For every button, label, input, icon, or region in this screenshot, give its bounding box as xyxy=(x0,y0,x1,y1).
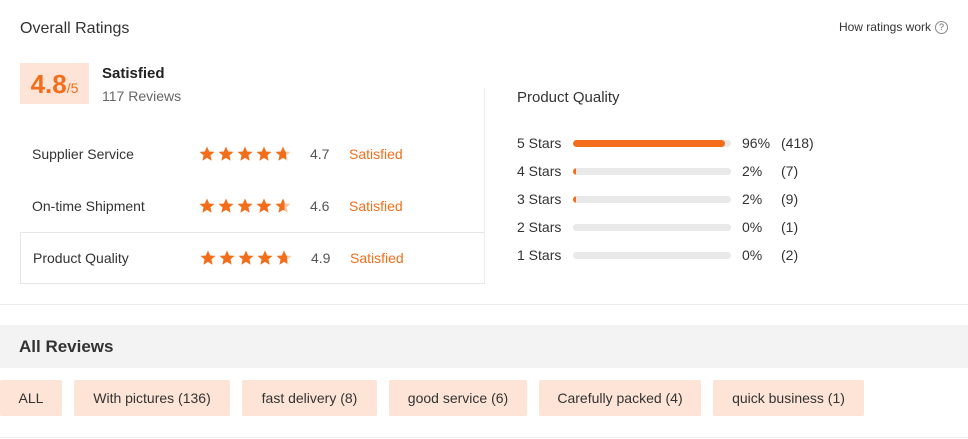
star-icon xyxy=(257,250,273,265)
category-rating: 4.6 xyxy=(310,198,330,214)
question-circle-icon[interactable]: ? xyxy=(935,20,948,34)
star-level-label: 3 Stars xyxy=(517,191,562,207)
category-name: On-time Shipment xyxy=(32,198,145,214)
ratings-title: Overall Ratings xyxy=(20,20,130,37)
overall-score-box: 4.8 /5 xyxy=(20,63,89,104)
distribution-percent: 96% xyxy=(742,135,771,151)
how-ratings-work-label: How ratings work xyxy=(838,20,931,34)
star-distribution-row: 4 Stars 2% (7) xyxy=(517,161,817,181)
star-icon xyxy=(219,250,235,265)
category-stars xyxy=(199,249,293,267)
distribution-bar xyxy=(573,195,731,203)
star-distribution-row: 1 Stars 0% (2) xyxy=(517,245,817,265)
star-icon xyxy=(218,198,234,213)
how-ratings-work-link[interactable]: How ratings work ? xyxy=(839,20,948,34)
star-icon xyxy=(275,198,291,213)
distribution-percent: 2% xyxy=(742,163,763,179)
filter-chip-quick-business[interactable]: quick business (1) xyxy=(713,380,864,416)
category-status: Satisfied xyxy=(349,198,403,214)
star-icon xyxy=(237,146,253,161)
overall-review-count: 117 Reviews xyxy=(102,88,182,104)
filter-chip-fast-delivery[interactable]: fast delivery (8) xyxy=(242,380,377,416)
filter-chip-all[interactable]: ALL xyxy=(0,380,62,416)
star-icon xyxy=(238,250,254,265)
star-icon xyxy=(199,198,215,213)
category-rating: 4.7 xyxy=(310,146,330,162)
star-icon xyxy=(276,250,292,265)
star-distribution-row: 5 Stars 96% (418) xyxy=(517,133,817,153)
star-distribution-row: 3 Stars 2% (9) xyxy=(517,189,817,209)
distribution-bar xyxy=(573,251,731,259)
star-level-label: 5 Stars xyxy=(517,135,562,151)
distribution-bar-fill xyxy=(573,195,577,203)
distribution-bar xyxy=(573,167,731,175)
star-icon xyxy=(200,250,216,265)
category-stars xyxy=(198,197,292,215)
star-icon xyxy=(218,146,234,161)
all-reviews-band xyxy=(0,325,968,368)
overall-score: 4.8 xyxy=(30,69,67,99)
distribution-percent: 0% xyxy=(742,247,763,263)
category-status: Satisfied xyxy=(350,250,404,266)
distribution-count: (418) xyxy=(781,135,814,151)
distribution-title: Product Quality xyxy=(517,89,620,106)
filter-chip-carefully-packed[interactable]: Carefully packed (4) xyxy=(539,380,701,416)
filter-chip-good-service[interactable]: good service (6) xyxy=(389,380,527,416)
section-divider xyxy=(0,304,968,305)
distribution-count: (2) xyxy=(781,247,799,263)
distribution-bar xyxy=(573,139,731,147)
distribution-count: (1) xyxy=(781,219,799,235)
category-name: Supplier Service xyxy=(32,146,134,162)
star-icon xyxy=(256,198,272,213)
star-icon xyxy=(275,146,291,161)
overall-score-max: /5 xyxy=(66,80,79,96)
category-status: Satisfied xyxy=(349,146,403,162)
rating-category-row[interactable]: Product Quality 4.9 Satisfied xyxy=(20,232,485,284)
category-rating: 4.9 xyxy=(311,250,331,266)
distribution-percent: 2% xyxy=(742,191,763,207)
star-icon xyxy=(199,146,215,161)
star-level-label: 2 Stars xyxy=(517,219,562,235)
star-level-label: 1 Stars xyxy=(517,247,562,263)
distribution-count: (9) xyxy=(781,191,799,207)
star-icon xyxy=(256,146,272,161)
overall-label: Satisfied xyxy=(102,65,165,82)
all-reviews-title: All Reviews xyxy=(19,337,114,356)
filter-chip-with-pictures[interactable]: With pictures (136) xyxy=(74,380,230,416)
category-name: Product Quality xyxy=(33,250,129,266)
distribution-bar-fill xyxy=(573,167,577,175)
bottom-divider xyxy=(0,437,968,438)
distribution-bar-fill xyxy=(573,139,725,147)
rating-category-row[interactable]: Supplier Service 4.7 Satisfied xyxy=(20,128,485,180)
star-distribution-row: 2 Stars 0% (1) xyxy=(517,217,817,237)
rating-category-row[interactable]: On-time Shipment 4.6 Satisfied xyxy=(20,180,485,232)
category-stars xyxy=(198,145,292,163)
distribution-count: (7) xyxy=(781,163,799,179)
star-level-label: 4 Stars xyxy=(517,163,562,179)
distribution-percent: 0% xyxy=(742,219,763,235)
distribution-bar xyxy=(573,223,731,231)
star-icon xyxy=(237,198,253,213)
